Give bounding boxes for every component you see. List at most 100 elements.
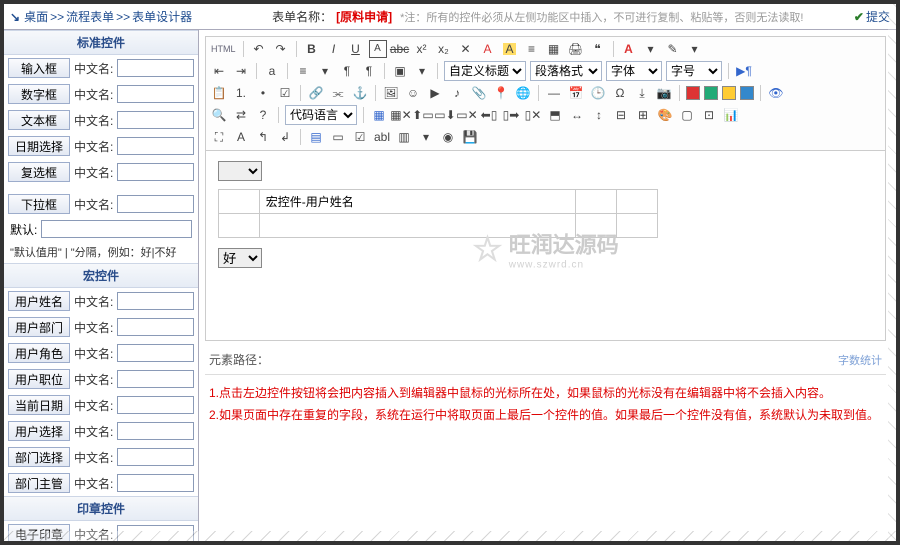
form-button-icon[interactable]: ▭ <box>329 128 347 146</box>
cn-name-input[interactable] <box>117 318 194 336</box>
ctrl-checkbox[interactable]: 复选框 <box>8 162 70 182</box>
ctrl-text-box[interactable]: 文本框 <box>8 110 70 130</box>
superscript-icon[interactable]: x² <box>413 40 431 58</box>
image-float-icon[interactable]: ▣ <box>391 62 409 80</box>
merge-right-icon[interactable]: ↔ <box>568 106 586 124</box>
autotype-icon[interactable]: A <box>232 128 250 146</box>
crumb-flowform[interactable]: 流程表单 <box>66 8 114 25</box>
color-red-swatch[interactable] <box>686 86 700 100</box>
quote-icon[interactable]: ❝ <box>589 40 607 58</box>
cn-name-input[interactable] <box>117 195 194 213</box>
editor-canvas[interactable]: 宏控件-用户姓名 好 ☆ 旺润达源码 www.szwrd.cn <box>205 151 886 341</box>
chart-icon[interactable]: 📊 <box>722 106 740 124</box>
preview-icon[interactable]: 👁 <box>767 84 785 102</box>
pilcrow-icon[interactable]: ▶¶ <box>735 62 753 80</box>
cn-name-input[interactable] <box>117 396 194 414</box>
cn-name-input[interactable] <box>117 422 194 440</box>
table-cell-macro[interactable]: 宏控件-用户姓名 <box>259 190 576 214</box>
form-select-icon[interactable]: ▾ <box>417 128 435 146</box>
cn-name-input[interactable] <box>117 59 194 77</box>
cell-bg-icon[interactable]: 🎨 <box>656 106 674 124</box>
bold-icon[interactable]: B <box>303 40 321 58</box>
find-icon[interactable]: 🔍 <box>210 106 228 124</box>
print-icon[interactable]: 🖨 <box>567 40 585 58</box>
ctrl-dropdown[interactable]: 下拉框 <box>8 194 70 214</box>
ctrl-user-role[interactable]: 用户角色 <box>8 343 70 363</box>
clear-format-icon[interactable]: ✕ <box>457 40 475 58</box>
italic-icon[interactable]: I <box>325 40 343 58</box>
map-icon[interactable]: 📍 <box>492 84 510 102</box>
outdent-icon[interactable]: ⇤ <box>210 62 228 80</box>
cn-name-input[interactable] <box>117 474 194 492</box>
fullscreen-icon[interactable]: ⛶ <box>210 128 228 146</box>
source-html-button[interactable]: HTML <box>210 40 237 58</box>
forecolor-icon[interactable]: A <box>479 40 497 58</box>
undo-icon[interactable]: ↶ <box>250 40 268 58</box>
paste-icon[interactable]: 📋 <box>210 84 228 102</box>
time-icon[interactable]: 🕒 <box>589 84 607 102</box>
special-char-icon[interactable]: Ω <box>611 84 629 102</box>
align-left-icon[interactable]: ≡ <box>294 62 312 80</box>
help-icon[interactable]: ? <box>254 106 272 124</box>
ctrl-user-select[interactable]: 用户选择 <box>8 421 70 441</box>
case-icon[interactable]: a <box>263 62 281 80</box>
row-before-icon[interactable]: ⬆▭ <box>414 106 432 124</box>
cn-name-input[interactable] <box>117 370 194 388</box>
save-icon[interactable]: 💾 <box>461 128 479 146</box>
default-value-input[interactable] <box>41 220 192 238</box>
par-after-icon[interactable]: ↲ <box>276 128 294 146</box>
image-icon[interactable]: 🖼 <box>382 84 400 102</box>
merge-down-icon[interactable]: ↕ <box>590 106 608 124</box>
par-before-icon[interactable]: ↰ <box>254 128 272 146</box>
wordcount-link[interactable]: 字数统计 <box>838 352 882 368</box>
chevron-down-icon[interactable]: ▾ <box>316 62 334 80</box>
unordered-list-icon[interactable]: • <box>254 84 272 102</box>
color-blue-swatch[interactable] <box>740 86 754 100</box>
color-green-swatch[interactable] <box>704 86 718 100</box>
ctrl-number-box[interactable]: 数字框 <box>8 84 70 104</box>
color-yellow-swatch[interactable] <box>722 86 736 100</box>
table-del-icon[interactable]: ▦✕ <box>392 106 410 124</box>
insert-list-icon[interactable]: ≡ <box>523 40 541 58</box>
snapshot-icon[interactable]: 📷 <box>655 84 673 102</box>
merge-cell-icon[interactable]: ⬒ <box>546 106 564 124</box>
font-family-select[interactable]: 字体 <box>606 61 662 81</box>
form-textarea-icon[interactable]: ▥ <box>395 128 413 146</box>
table-icon[interactable]: ▦ <box>370 106 388 124</box>
chevron-down-icon[interactable]: ▾ <box>642 40 660 58</box>
row-del-icon[interactable]: ▭✕ <box>458 106 476 124</box>
emoji-icon[interactable]: ☺ <box>404 84 422 102</box>
rtl-icon[interactable]: ¶ <box>360 62 378 80</box>
date-icon[interactable]: 📅 <box>567 84 585 102</box>
ctrl-user-title[interactable]: 用户职位 <box>8 369 70 389</box>
music-icon[interactable]: ♪ <box>448 84 466 102</box>
highlight-icon[interactable]: ✎ <box>664 40 682 58</box>
anchor-icon[interactable]: ⚓ <box>351 84 369 102</box>
split-row-icon[interactable]: ⊞ <box>634 106 652 124</box>
paragraph-format-select[interactable]: 段落格式 <box>530 61 602 81</box>
cell-align-icon[interactable]: ⊡ <box>700 106 718 124</box>
cn-name-input[interactable] <box>117 292 194 310</box>
cell-border-icon[interactable]: ▢ <box>678 106 696 124</box>
font-size-select[interactable]: 字号 <box>666 61 722 81</box>
code-lang-select[interactable]: 代码语言 <box>285 105 357 125</box>
ltr-icon[interactable]: ¶ <box>338 62 356 80</box>
indent-icon[interactable]: ⇥ <box>232 62 250 80</box>
cn-name-input[interactable] <box>117 344 194 362</box>
editor-small-select[interactable] <box>218 161 262 181</box>
col-del-icon[interactable]: ▯✕ <box>524 106 542 124</box>
ctrl-current-date[interactable]: 当前日期 <box>8 395 70 415</box>
ctrl-input-box[interactable]: 输入框 <box>8 58 70 78</box>
ordered-list-icon[interactable]: 1. <box>232 84 250 102</box>
ctrl-user-name[interactable]: 用户姓名 <box>8 291 70 311</box>
editor-good-select[interactable]: 好 <box>218 248 262 268</box>
chevron-down-icon[interactable]: ▾ <box>413 62 431 80</box>
unlink-icon[interactable]: ⫘ <box>329 84 347 102</box>
fontcolor-icon[interactable]: A <box>620 40 638 58</box>
ctrl-dept-select[interactable]: 部门选择 <box>8 447 70 467</box>
split-cell-icon[interactable]: ⊟ <box>612 106 630 124</box>
template-icon[interactable]: ▤ <box>307 128 325 146</box>
todo-icon[interactable]: ☑ <box>276 84 294 102</box>
col-after-icon[interactable]: ▯➡ <box>502 106 520 124</box>
redo-icon[interactable]: ↷ <box>272 40 290 58</box>
